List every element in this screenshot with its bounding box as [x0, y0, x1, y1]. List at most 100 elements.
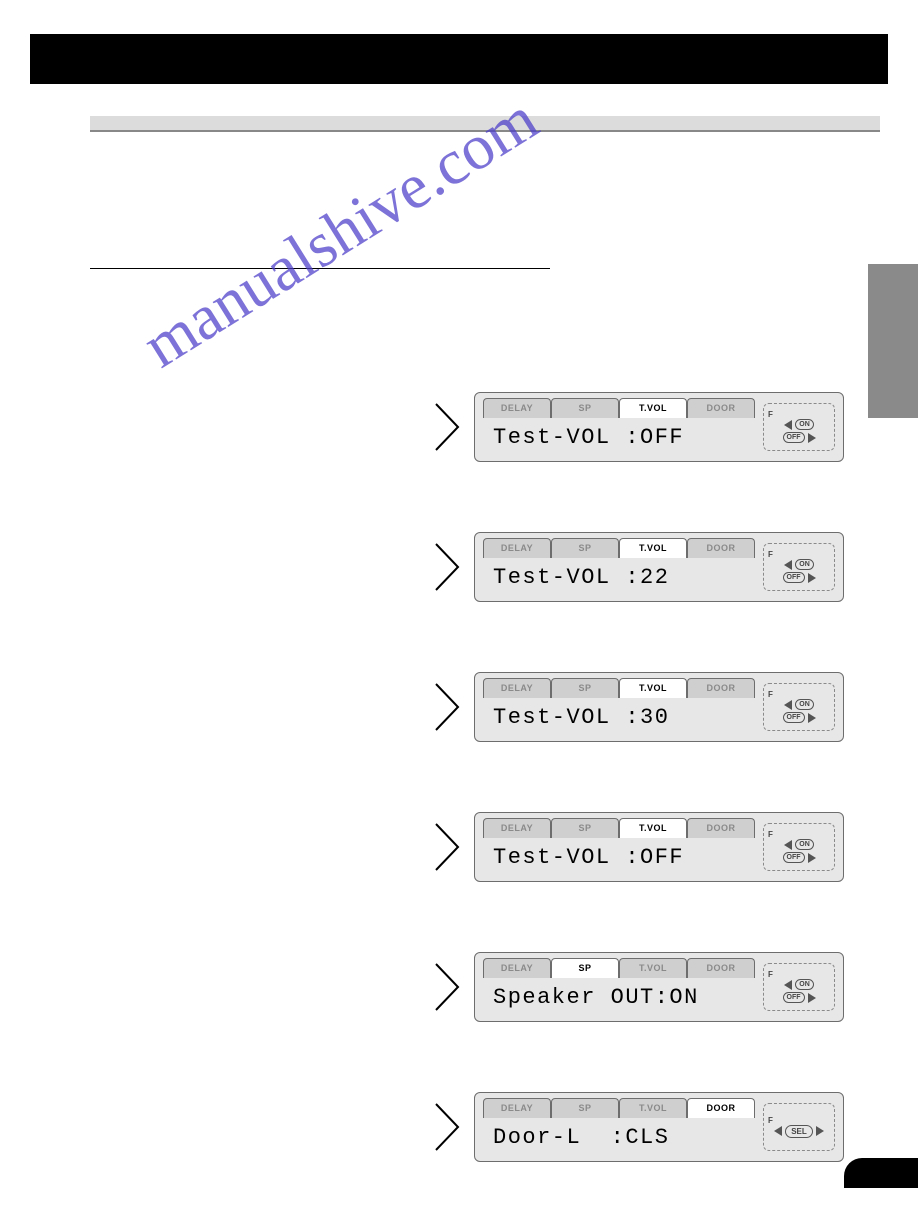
on-pill: ON	[795, 699, 814, 710]
lcd-tab-sp: SP	[551, 818, 619, 838]
lcd-item: DELAYSPT.VOLDOORTest-VOL :OFFFONOFF	[432, 392, 852, 462]
lcd-item: DELAYSPT.VOLDOORTest-VOL :22 F ON OFF	[432, 532, 852, 602]
lcd-tab-door: DOOR	[687, 1098, 755, 1118]
right-arrow-icon	[808, 433, 816, 443]
lcd-tab-delay: DELAY	[483, 398, 551, 418]
lcd-tabs: DELAYSPT.VOLDOOR	[483, 678, 755, 698]
lcd-readout: Speaker OUT:ON	[483, 978, 755, 1016]
left-arrow-icon	[784, 700, 792, 710]
lcd-tab-door: DOOR	[687, 538, 755, 558]
lcd-tab-tvol: T.VOL	[619, 398, 687, 418]
on-row: ON	[784, 419, 814, 430]
side-thumb-tab	[868, 264, 918, 418]
on-off-control-icon: F ON OFF	[763, 683, 835, 731]
off-pill: OFF	[783, 992, 805, 1003]
manual-page: DELAYSPT.VOLDOORTest-VOL :OFFFONOFFDELAY…	[0, 0, 918, 1188]
lcd-tab-tvol: T.VOL	[619, 538, 687, 558]
lcd-readout: Test-VOL :30	[483, 698, 755, 736]
lcd-tab-sp: SP	[551, 1098, 619, 1118]
step-arrow-icon	[432, 400, 462, 454]
f-label: F	[768, 831, 773, 839]
lcd-tabs: DELAYSPT.VOLDOOR	[483, 818, 755, 838]
lcd-list: DELAYSPT.VOLDOORTest-VOL :OFFFONOFFDELAY…	[432, 392, 852, 1232]
on-pill: ON	[795, 979, 814, 990]
left-arrow-icon	[784, 840, 792, 850]
off-row: OFF	[783, 572, 816, 583]
lcd-tabs: DELAYSPT.VOLDOOR	[483, 958, 755, 978]
on-off-control-icon: F ON OFF	[763, 543, 835, 591]
sub-rule	[90, 268, 550, 269]
on-off-control-icon: F ON OFF	[763, 963, 835, 1011]
on-row: ON	[784, 699, 814, 710]
lcd-readout: Test-VOL :OFF	[483, 418, 755, 456]
lcd-screen: DELAYSPT.VOLDOORSpeaker OUT:ON	[483, 958, 755, 1016]
on-pill: ON	[795, 419, 814, 430]
lcd-item: DELAYSPT.VOLDOORTest-VOL :OFF F ON OFF	[432, 812, 852, 882]
lcd-tab-delay: DELAY	[483, 678, 551, 698]
f-label: F	[768, 691, 773, 699]
f-label: F	[768, 1117, 773, 1125]
step-arrow-icon	[432, 680, 462, 734]
lcd-tab-sp: SP	[551, 398, 619, 418]
on-off-control-icon: F ON OFF	[763, 823, 835, 871]
lcd-tab-door: DOOR	[687, 398, 755, 418]
lcd-tabs: DELAYSPT.VOLDOOR	[483, 1098, 755, 1118]
on-off-control-icon: FONOFF	[763, 403, 835, 451]
lcd-tab-door: DOOR	[687, 958, 755, 978]
left-arrow-icon	[784, 980, 792, 990]
lcd-tab-delay: DELAY	[483, 958, 551, 978]
on-pill: ON	[795, 559, 814, 570]
lcd-readout: Test-VOL :OFF	[483, 838, 755, 876]
step-arrow-icon	[432, 1100, 462, 1154]
lcd-tab-tvol: T.VOL	[619, 1098, 687, 1118]
step-arrow-icon	[432, 540, 462, 594]
lcd-panel: DELAYSPT.VOLDOORTest-VOL :OFFFONOFF	[474, 392, 844, 462]
lcd-readout: Test-VOL :22	[483, 558, 755, 596]
right-arrow-icon	[808, 853, 816, 863]
lcd-panel: DELAYSPT.VOLDOORTest-VOL :22 F ON OFF	[474, 532, 844, 602]
lcd-readout: Door-L :CLS	[483, 1118, 755, 1156]
lcd-tab-tvol: T.VOL	[619, 818, 687, 838]
lcd-item: DELAYSPT.VOLDOORTest-VOL :30 F ON OFF	[432, 672, 852, 742]
lcd-tab-sp: SP	[551, 958, 619, 978]
lcd-screen: DELAYSPT.VOLDOORTest-VOL :OFF	[483, 398, 755, 456]
lcd-screen: DELAYSPT.VOLDOORTest-VOL :22	[483, 538, 755, 596]
step-arrow-icon	[432, 820, 462, 874]
lcd-tab-tvol: T.VOL	[619, 958, 687, 978]
lcd-tab-sp: SP	[551, 678, 619, 698]
off-pill: OFF	[783, 572, 805, 583]
lcd-tab-sp: SP	[551, 538, 619, 558]
lcd-screen: DELAYSPT.VOLDOORTest-VOL :30	[483, 678, 755, 736]
page-number-corner	[844, 1158, 918, 1188]
right-arrow-icon	[816, 1126, 824, 1136]
off-pill: OFF	[783, 852, 805, 863]
step-arrow-icon	[432, 960, 462, 1014]
left-arrow-icon	[784, 420, 792, 430]
lcd-panel: DELAYSPT.VOLDOORTest-VOL :OFF F ON OFF	[474, 812, 844, 882]
lcd-tabs: DELAYSPT.VOLDOOR	[483, 398, 755, 418]
off-row: OFF	[783, 712, 816, 723]
on-row: ON	[784, 839, 814, 850]
lcd-tab-delay: DELAY	[483, 538, 551, 558]
off-row: OFF	[783, 852, 816, 863]
header-black-bar	[30, 34, 888, 84]
lcd-tab-tvol: T.VOL	[619, 678, 687, 698]
off-row: OFF	[783, 432, 816, 443]
on-pill: ON	[795, 839, 814, 850]
f-label: F	[768, 551, 773, 559]
on-row: ON	[784, 979, 814, 990]
sel-row: SEL	[774, 1125, 824, 1138]
left-arrow-icon	[774, 1126, 782, 1136]
right-arrow-icon	[808, 993, 816, 1003]
lcd-tab-door: DOOR	[687, 818, 755, 838]
lcd-panel: DELAYSPT.VOLDOORTest-VOL :30 F ON OFF	[474, 672, 844, 742]
header-gray-rule	[90, 116, 880, 132]
lcd-tab-door: DOOR	[687, 678, 755, 698]
right-arrow-icon	[808, 573, 816, 583]
off-pill: OFF	[783, 432, 805, 443]
lcd-tabs: DELAYSPT.VOLDOOR	[483, 538, 755, 558]
on-row: ON	[784, 559, 814, 570]
right-arrow-icon	[808, 713, 816, 723]
f-label: F	[768, 971, 773, 979]
sel-control-icon: FSEL	[763, 1103, 835, 1151]
